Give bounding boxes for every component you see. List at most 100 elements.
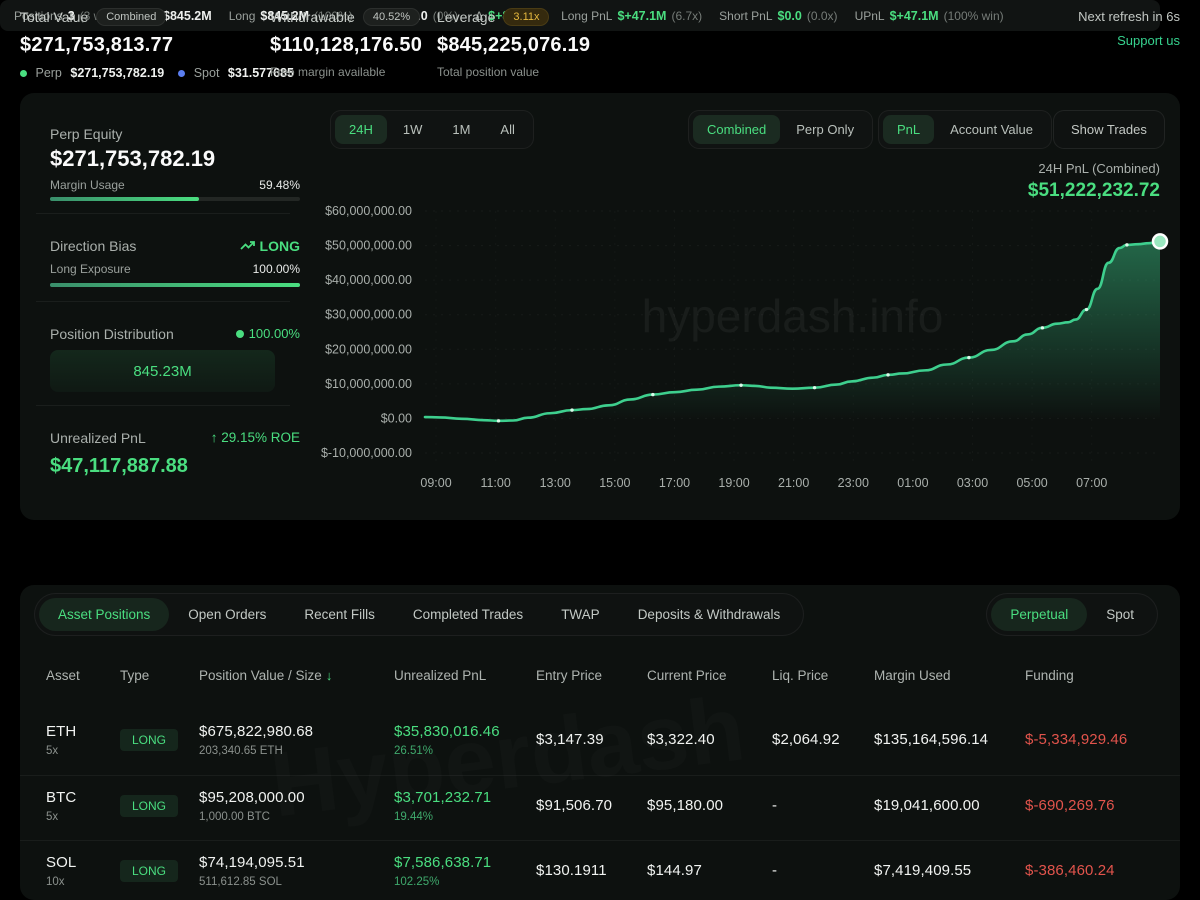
range-24h[interactable]: 24H bbox=[335, 115, 387, 144]
leverage-sub: Total position value bbox=[437, 65, 590, 79]
show-trades-button[interactable]: Show Trades bbox=[1053, 110, 1165, 149]
col-asset: Asset bbox=[46, 668, 120, 683]
perp-value: $271,753,782.19 bbox=[70, 66, 164, 80]
range-selector: 24H 1W 1M All bbox=[330, 110, 534, 149]
withdrawable-sub: Free margin available bbox=[270, 65, 422, 79]
perp-label: Perp bbox=[35, 66, 61, 80]
withdrawable-label: Withdrawable bbox=[270, 9, 355, 25]
svg-text:$40,000,000.00: $40,000,000.00 bbox=[325, 273, 412, 287]
pnl-chart[interactable]: $60,000,000.00$50,000,000.00$40,000,000.… bbox=[320, 195, 1180, 495]
metric-pnl[interactable]: PnL bbox=[883, 115, 934, 144]
svg-text:17:00: 17:00 bbox=[659, 476, 690, 490]
table-header: Asset Type Position Value / Size↓ Unreal… bbox=[20, 655, 1180, 695]
leverage-label: Leverage bbox=[437, 9, 495, 25]
col-position-value[interactable]: Position Value / Size↓ bbox=[199, 668, 394, 683]
current-price: $95,180.00 bbox=[647, 797, 772, 814]
table-row-btc[interactable]: BTC5x LONG $95,208,000.001,000.00 BTC $3… bbox=[20, 773, 1180, 838]
withdrawable-value: $110,128,176.50 bbox=[270, 34, 422, 57]
total-value-block: Total Value Combined $271,753,813.77 Per… bbox=[20, 8, 294, 80]
col-margin-used[interactable]: Margin Used bbox=[874, 668, 1025, 683]
toggle-perpetual[interactable]: Perpetual bbox=[991, 598, 1087, 631]
spot-dot-icon bbox=[178, 70, 185, 77]
current-price: $3,322.40 bbox=[647, 731, 772, 748]
chart-watermark: hyperdash.info bbox=[642, 290, 944, 342]
withdrawable-pct-badge: 40.52% bbox=[363, 8, 420, 26]
asset-leverage: 5x bbox=[46, 745, 120, 757]
arrow-up-icon: ↑ bbox=[211, 430, 222, 445]
perp-equity-label: Perp Equity bbox=[50, 126, 122, 142]
range-1w[interactable]: 1W bbox=[389, 115, 437, 144]
margin-usage-label: Margin Usage bbox=[50, 178, 125, 192]
range-all[interactable]: All bbox=[486, 115, 528, 144]
row-upnl-pct: 19.44% bbox=[394, 811, 536, 823]
position-value: $95,208,000.00 bbox=[199, 789, 394, 806]
table-row-sol[interactable]: SOL10x LONG $74,194,095.51511,612.85 SOL… bbox=[20, 838, 1180, 900]
col-entry-price[interactable]: Entry Price bbox=[536, 668, 647, 683]
metric-account-value[interactable]: Account Value bbox=[936, 115, 1047, 144]
long-badge: LONG bbox=[120, 860, 178, 882]
tab-recent-fills[interactable]: Recent Fills bbox=[285, 598, 394, 631]
tab-asset-positions[interactable]: Asset Positions bbox=[39, 598, 169, 631]
leverage-block: Leverage 3.11x $845,225,076.19 Total pos… bbox=[437, 8, 590, 79]
top-summary-header: Total Value Combined $271,753,813.77 Per… bbox=[0, 0, 1200, 90]
position-size: 203,340.65 ETH bbox=[199, 745, 394, 757]
table-row-eth[interactable]: ETH5x LONG $675,822,980.68203,340.65 ETH… bbox=[20, 707, 1180, 772]
long-badge: LONG bbox=[120, 795, 178, 817]
asset-symbol: SOL bbox=[46, 854, 120, 871]
long-exposure-row: Long Exposure 100.00% bbox=[50, 262, 300, 276]
position-distribution-label: Position Distribution bbox=[50, 326, 174, 342]
funding-value: $-386,460.24 bbox=[1025, 862, 1154, 879]
direction-bias-row: Direction Bias LONG bbox=[50, 238, 300, 254]
position-value: $74,194,095.51 bbox=[199, 854, 394, 871]
col-liq-price[interactable]: Liq. Price bbox=[772, 668, 874, 683]
svg-text:07:00: 07:00 bbox=[1076, 476, 1107, 490]
tab-twap[interactable]: TWAP bbox=[542, 598, 619, 631]
funding-value: $-690,269.76 bbox=[1025, 797, 1154, 814]
svg-text:$-10,000,000.00: $-10,000,000.00 bbox=[321, 446, 412, 460]
tab-completed-trades[interactable]: Completed Trades bbox=[394, 598, 542, 631]
support-us-link[interactable]: Support us bbox=[1078, 33, 1180, 48]
svg-text:13:00: 13:00 bbox=[540, 476, 571, 490]
combined-badge: Combined bbox=[96, 8, 166, 26]
liq-price: - bbox=[772, 797, 874, 814]
svg-text:$0.00: $0.00 bbox=[381, 411, 412, 425]
trend-up-icon bbox=[240, 240, 256, 251]
scope-perp-only[interactable]: Perp Only bbox=[782, 115, 868, 144]
svg-text:01:00: 01:00 bbox=[897, 476, 928, 490]
scope-selector: Combined Perp Only bbox=[688, 110, 873, 149]
row-upnl: $3,701,232.71 bbox=[394, 789, 536, 806]
market-toggle: Perpetual Spot bbox=[986, 593, 1158, 636]
col-unrealized-pnl[interactable]: Unrealized PnL bbox=[394, 668, 536, 683]
col-current-price[interactable]: Current Price bbox=[647, 668, 772, 683]
asset-leverage: 5x bbox=[46, 811, 120, 823]
chart-caption-label: 24H PnL (Combined) bbox=[1028, 161, 1160, 176]
toggle-spot[interactable]: Spot bbox=[1087, 598, 1153, 631]
svg-text:$20,000,000.00: $20,000,000.00 bbox=[325, 342, 412, 356]
svg-text:19:00: 19:00 bbox=[718, 476, 749, 490]
margin-used: $19,041,600.00 bbox=[874, 797, 1025, 814]
row-upnl: $7,586,638.71 bbox=[394, 854, 536, 871]
tab-deposits-withdrawals[interactable]: Deposits & Withdrawals bbox=[619, 598, 800, 631]
tab-open-orders[interactable]: Open Orders bbox=[169, 598, 285, 631]
margin-used: $7,419,409.55 bbox=[874, 862, 1025, 879]
long-exposure-label: Long Exposure bbox=[50, 262, 131, 276]
unrealized-pnl-label: Unrealized PnL bbox=[50, 430, 146, 446]
roe-value: 29.15% ROE bbox=[221, 430, 300, 445]
scope-combined[interactable]: Combined bbox=[693, 115, 780, 144]
svg-text:$30,000,000.00: $30,000,000.00 bbox=[325, 308, 412, 322]
col-funding[interactable]: Funding bbox=[1025, 668, 1154, 683]
position-distribution-box[interactable]: 845.23M bbox=[50, 350, 275, 392]
svg-text:23:00: 23:00 bbox=[838, 476, 869, 490]
range-1m[interactable]: 1M bbox=[438, 115, 484, 144]
svg-text:15:00: 15:00 bbox=[599, 476, 630, 490]
sort-desc-icon: ↓ bbox=[326, 668, 333, 683]
leverage-value: $845,225,076.19 bbox=[437, 34, 590, 57]
svg-text:$50,000,000.00: $50,000,000.00 bbox=[325, 239, 412, 253]
withdrawable-block: Withdrawable 40.52% $110,128,176.50 Free… bbox=[270, 8, 422, 79]
portfolio-card: Perp Equity $271,753,782.19 Margin Usage… bbox=[20, 93, 1180, 520]
position-size: 1,000.00 BTC bbox=[199, 811, 394, 823]
position-distribution-pct: 100.00% bbox=[249, 326, 300, 341]
leverage-badge: 3.11x bbox=[503, 8, 549, 26]
direction-bias-value: LONG bbox=[260, 238, 300, 254]
liq-price: $2,064.92 bbox=[772, 731, 874, 748]
